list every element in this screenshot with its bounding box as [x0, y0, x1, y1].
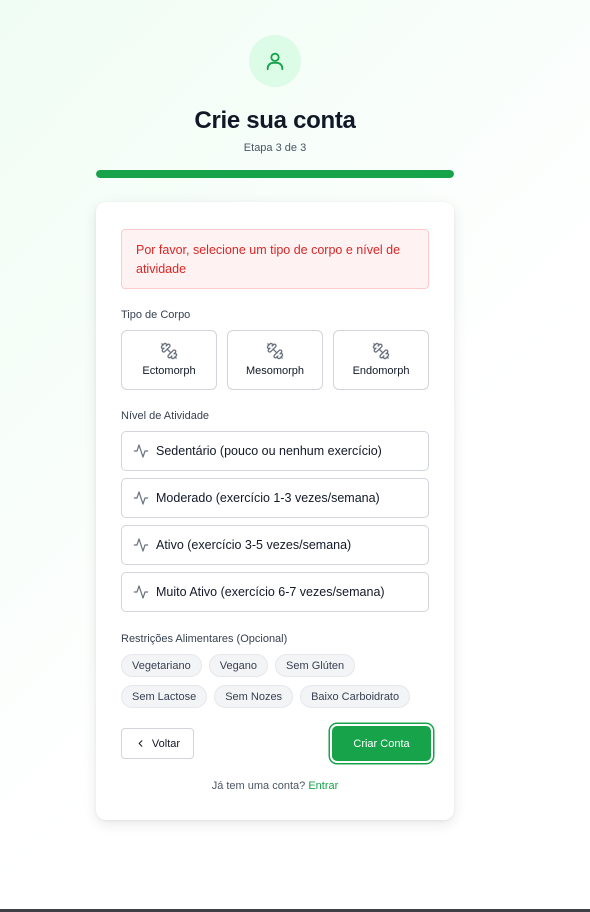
chip-vegetarian[interactable]: Vegetariano [121, 654, 202, 677]
activity-option-active[interactable]: Ativo (exercício 3-5 vezes/semana) [121, 525, 429, 565]
chevron-left-icon [138, 740, 143, 747]
activity-option-moderate[interactable]: Moderado (exercício 1-3 vezes/semana) [121, 478, 429, 518]
dietary-restrictions-chips: Vegetariano Vegano Sem Glúten Sem Lactos… [121, 654, 429, 708]
back-button-label: Voltar [151, 737, 181, 750]
activity-option-sedentary[interactable]: Sedentário (pouco ou nenhum exercício) [121, 431, 429, 471]
activity-options: Sedentário (pouco ou nenhum exercício) M… [121, 431, 429, 619]
body-type-label-text: Ectomorph [142, 365, 196, 377]
dumbbell-icon [372, 342, 390, 360]
body-type-label-text: Mesomorph [245, 365, 305, 377]
create-account-button[interactable]: Criar Conta [332, 726, 431, 761]
user-avatar [249, 35, 301, 87]
login-link[interactable]: Entrar [308, 780, 338, 792]
progress-bar [96, 170, 454, 178]
dumbbell-icon [266, 342, 284, 360]
activity-level-label: Nível de Atividade [121, 410, 210, 422]
user-icon [266, 52, 284, 71]
chip-nut-free[interactable]: Sem Nozes [214, 685, 294, 708]
body-type-ectomorph[interactable]: Ectomorph [121, 330, 217, 390]
login-prompt-text: Já tem uma conta? [211, 780, 306, 792]
back-button[interactable]: Voltar [121, 728, 194, 759]
dumbbell-icon [160, 342, 178, 360]
activity-icon [133, 585, 149, 599]
dietary-restrictions-label: Restrições Alimentares (Opcional) [121, 633, 288, 645]
signup-card: Por favor, selecione um tipo de corpo e … [96, 202, 454, 820]
body-type-label-text: Endomorph [352, 365, 410, 377]
activity-option-label: Muito Ativo (exercício 6-7 vezes/semana) [156, 585, 385, 599]
body-type-options: Ectomorph Mesomorph Endomorph [121, 330, 429, 390]
body-type-endomorph[interactable]: Endomorph [333, 330, 429, 390]
error-alert: Por favor, selecione um tipo de corpo e … [121, 229, 429, 289]
activity-option-label: Moderado (exercício 1-3 vezes/semana) [156, 491, 380, 505]
progress-fill [96, 170, 454, 178]
activity-option-label: Ativo (exercício 3-5 vezes/semana) [156, 538, 352, 552]
step-indicator: Etapa 3 de 3 [243, 142, 307, 154]
body-type-mesomorph[interactable]: Mesomorph [227, 330, 323, 390]
body-type-label: Tipo de Corpo [121, 309, 191, 321]
chip-vegan[interactable]: Vegano [208, 654, 269, 677]
activity-option-very-active[interactable]: Muito Ativo (exercício 6-7 vezes/semana) [121, 572, 429, 612]
activity-icon [133, 444, 149, 458]
chip-lactose-free[interactable]: Sem Lactose [121, 685, 208, 708]
activity-icon [133, 491, 149, 505]
chip-gluten-free[interactable]: Sem Glúten [275, 654, 356, 677]
chip-low-carb[interactable]: Baixo Carboidrato [300, 685, 411, 708]
activity-option-label: Sedentário (pouco ou nenhum exercício) [156, 444, 382, 458]
activity-icon [133, 538, 149, 552]
login-prompt-row: Já tem uma conta? Entrar [96, 780, 454, 792]
page-title: Crie sua conta [194, 107, 356, 134]
